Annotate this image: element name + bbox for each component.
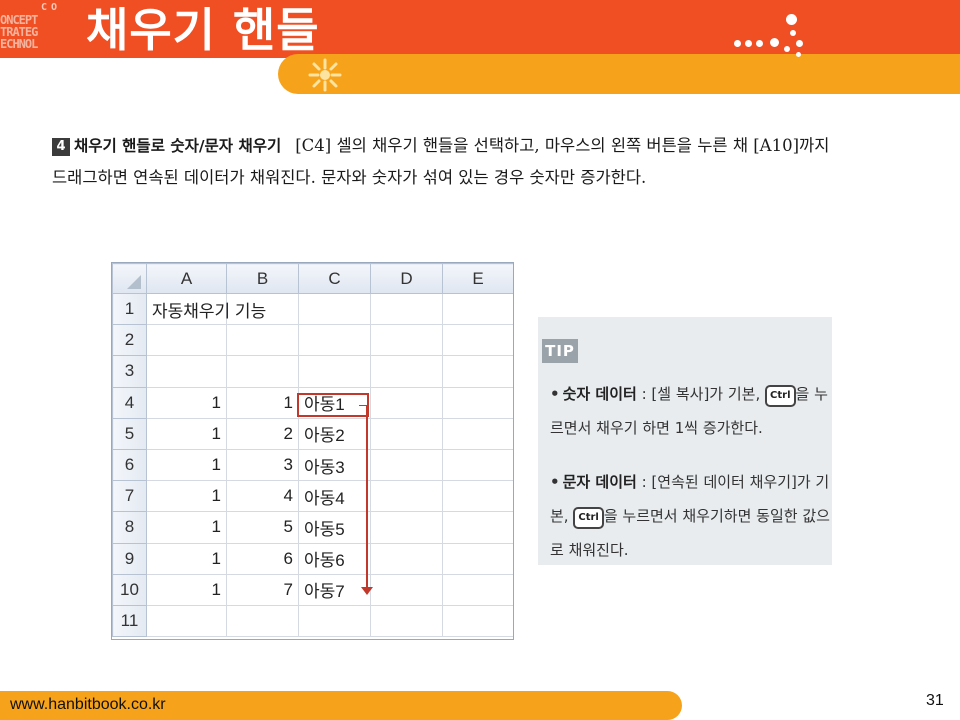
row-header[interactable]: 8: [112, 511, 147, 544]
sheet-cell[interactable]: [370, 355, 443, 388]
row-header[interactable]: 9: [112, 542, 147, 575]
sheet-cell[interactable]: [298, 604, 371, 638]
sheet-cell[interactable]: 1: [146, 480, 227, 513]
sheet-cell[interactable]: [370, 448, 443, 482]
column-header[interactable]: C: [298, 263, 371, 294]
sheet-cell[interactable]: [226, 604, 299, 638]
row-header[interactable]: 1: [112, 292, 147, 326]
sheet-row: 7 1 4 아동4: [112, 480, 513, 513]
sheet-row: 1 자동채우기 기능: [112, 292, 513, 326]
row-header[interactable]: 6: [112, 448, 147, 482]
tip-box: TIP • 숫자 데이터 : [셀 복사]가 기본, Ctrl 을 누르면서 채우기…: [538, 317, 832, 565]
sheet-cell[interactable]: [370, 292, 443, 326]
sheet-row: 11: [112, 604, 513, 638]
sheet-cell[interactable]: [370, 324, 443, 357]
sheet-cell[interactable]: 2: [226, 417, 299, 450]
sheet-row: 4 1 1 아동1: [112, 386, 513, 419]
sheet-row: 9 1 6 아동6: [112, 542, 513, 575]
sheet-cell[interactable]: [298, 292, 371, 326]
sheet-cell[interactable]: [370, 542, 443, 575]
tip-item: • 문자 데이터 : [연속된 데이터 채우기]가 기본, Ctrl 을 누르면서 …: [550, 465, 832, 567]
sheet-cell[interactable]: [370, 386, 443, 419]
sheet-cell[interactable]: [442, 448, 513, 482]
sheet-cell[interactable]: [146, 324, 227, 357]
sheet-row: 8 1 5 아동5: [112, 511, 513, 544]
drag-down-arrow-icon: [359, 405, 373, 595]
sheet-cell[interactable]: [442, 480, 513, 513]
row-header[interactable]: 7: [112, 480, 147, 513]
tip-term: 문자 데이터: [562, 473, 637, 491]
tip-term: 숫자 데이터: [562, 385, 637, 403]
tip-item: • 숫자 데이터 : [셀 복사]가 기본, Ctrl 을 누르면서 채우기 하면 …: [550, 377, 832, 445]
sheet-cell[interactable]: [370, 573, 443, 606]
sheet-row: 6 1 3 아동3: [112, 448, 513, 482]
sheet-cell[interactable]: 3: [226, 448, 299, 482]
select-all-corner[interactable]: [112, 263, 147, 294]
row-header[interactable]: 10: [112, 573, 147, 606]
header-accent-bar: [278, 54, 960, 94]
row-header[interactable]: 2: [112, 324, 147, 357]
sheet-cell[interactable]: 1: [146, 386, 227, 419]
sheet-cell[interactable]: 1: [146, 573, 227, 606]
sheet-cell[interactable]: [370, 511, 443, 544]
sheet-cell[interactable]: 1: [146, 542, 227, 575]
sheet-cell[interactable]: [442, 355, 513, 388]
tip-badge: TIP: [542, 339, 578, 363]
ctrl-key-icon: Ctrl: [573, 507, 604, 529]
bullet-icon: •: [550, 473, 560, 491]
sheet-cell[interactable]: [442, 604, 513, 638]
sheet-cell[interactable]: [442, 511, 513, 544]
sheet-cell[interactable]: 7: [226, 573, 299, 606]
sheet-cell[interactable]: [370, 480, 443, 513]
sheet-cell[interactable]: [146, 604, 227, 638]
tip-text: : [셀 복사]가 기본,: [636, 385, 761, 403]
sun-decoration-icon: [308, 58, 342, 92]
page-title: 채우기 핸들: [86, 3, 320, 57]
instruction-paragraph: 4 채우기 핸들로 숫자/문자 채우기 [C4] 셀의 채우기 핸들을 선택하고, …: [52, 130, 832, 193]
column-header[interactable]: E: [442, 263, 513, 294]
publisher-logo: C O ONCEPT TRATEG ECHNOL: [0, 2, 70, 82]
spreadsheet-grid: A B C D E 1 자동채우기 기능 2 3 4 1 1 아동1 5 1 2…: [112, 263, 513, 638]
sheet-cell[interactable]: [442, 542, 513, 575]
sheet-cell[interactable]: [442, 386, 513, 419]
sheet-cell[interactable]: 6: [226, 542, 299, 575]
sheet-cell[interactable]: 1: [146, 448, 227, 482]
column-header[interactable]: A: [146, 263, 227, 294]
bullet-icon: •: [550, 385, 560, 403]
sheet-cell[interactable]: 1: [226, 386, 299, 419]
sheet-cell[interactable]: [226, 324, 299, 357]
sheet-row: 10 1 7 아동7: [112, 573, 513, 606]
sheet-row: 5 1 2 아동2: [112, 417, 513, 450]
logo-line: ECHNOL: [0, 37, 38, 51]
sheet-cell[interactable]: [298, 355, 371, 388]
row-header[interactable]: 4: [112, 386, 147, 419]
sheet-cell[interactable]: [442, 324, 513, 357]
sheet-row: 3: [112, 355, 513, 388]
sheet-cell[interactable]: [226, 355, 299, 388]
column-header[interactable]: B: [226, 263, 299, 294]
publisher-url-link[interactable]: www.hanbitbook.co.kr: [10, 696, 166, 714]
sheet-cell[interactable]: [146, 355, 227, 388]
ctrl-key-icon: Ctrl: [765, 385, 796, 407]
sheet-cell[interactable]: 1: [146, 511, 227, 544]
column-header[interactable]: D: [370, 263, 443, 294]
sheet-cell[interactable]: [370, 417, 443, 450]
step-heading: 채우기 핸들로 숫자/문자 채우기: [74, 137, 282, 155]
sheet-cell[interactable]: [442, 573, 513, 606]
sheet-cell[interactable]: [442, 292, 513, 326]
sheet-cell[interactable]: 4: [226, 480, 299, 513]
sheet-cell[interactable]: 5: [226, 511, 299, 544]
sheet-cell[interactable]: [442, 417, 513, 450]
row-header[interactable]: 3: [112, 355, 147, 388]
row-header[interactable]: 5: [112, 417, 147, 450]
row-header[interactable]: 11: [112, 604, 147, 638]
sheet-cell[interactable]: 자동채우기 기능: [146, 292, 266, 326]
spreadsheet-screenshot: A B C D E 1 자동채우기 기능 2 3 4 1 1 아동1 5 1 2…: [111, 262, 514, 640]
page-number: 31: [926, 692, 944, 709]
sheet-cell[interactable]: 1: [146, 417, 227, 450]
sheet-cell[interactable]: [370, 604, 443, 638]
sheet-row: 2: [112, 324, 513, 357]
sheet-cell[interactable]: [298, 324, 371, 357]
step-number-badge: 4: [52, 138, 70, 156]
